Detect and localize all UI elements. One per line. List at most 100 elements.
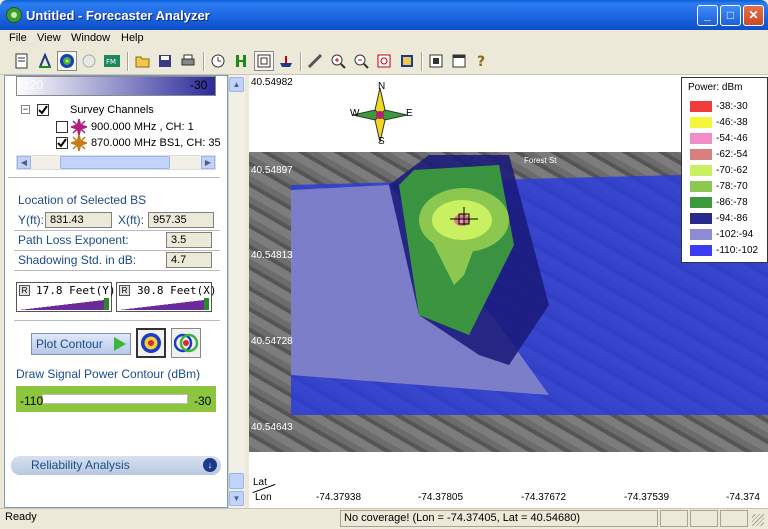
channel-checkbox-900[interactable]	[56, 121, 68, 133]
shadowing-field[interactable]: 4.7	[166, 252, 212, 268]
toolbar-separator	[203, 52, 205, 71]
legend-label: -110:-102	[716, 245, 759, 256]
circle-icon[interactable]	[79, 51, 99, 71]
contour-slider-track[interactable]	[42, 394, 188, 404]
survey-root-checkbox[interactable]	[37, 104, 49, 116]
reliability-label: Reliability Analysis	[31, 458, 130, 472]
channel-label-900[interactable]: 900.000 MHz , CH: 1	[91, 121, 194, 133]
y-value-field[interactable]: 831.43	[45, 212, 112, 228]
contour-max-label: -30	[194, 394, 212, 408]
capture-icon[interactable]	[426, 51, 446, 71]
clock-icon[interactable]	[208, 51, 228, 71]
fm-icon[interactable]: FM	[102, 51, 122, 71]
power-range-slider[interactable]	[16, 76, 216, 96]
plot-contour-button[interactable]: Plot Contour	[31, 333, 131, 355]
legend-row: -38:-30	[690, 100, 748, 113]
y-tick: 40.54728	[251, 336, 293, 347]
expand-down-icon[interactable]: ↓	[203, 458, 217, 472]
save-icon[interactable]	[155, 51, 175, 71]
legend-row: -70:-62	[690, 164, 748, 177]
svg-text:?: ?	[477, 54, 485, 69]
x-tick: -74.374	[726, 492, 760, 503]
close-button[interactable]: ✕	[743, 5, 764, 26]
base-station-icon[interactable]	[448, 205, 480, 227]
feet-y-label: 17.8 Feet(Y)	[36, 284, 116, 297]
legend-swatch	[690, 133, 712, 144]
legend-label: -102:-94	[716, 229, 754, 240]
maximize-button[interactable]: □	[720, 5, 741, 26]
minimize-button[interactable]: _	[697, 5, 718, 26]
zoom-in-icon[interactable]	[328, 51, 348, 71]
channel-checkbox-870[interactable]	[56, 137, 68, 149]
plot-contour-label: Plot Contour	[36, 337, 103, 351]
legend-row: -94:-86	[690, 212, 748, 225]
menu-window[interactable]: Window	[71, 32, 110, 44]
new-doc-icon[interactable]	[12, 51, 32, 71]
legend-swatch	[690, 213, 712, 224]
burst-icon	[68, 134, 90, 154]
x-label: X(ft):	[118, 213, 144, 227]
location-heading: Location of Selected BS	[18, 193, 147, 207]
vscroll-thumb[interactable]	[229, 473, 244, 489]
toolbar-separator	[421, 52, 423, 71]
legend-label: -38:-30	[716, 101, 748, 112]
frame-icon[interactable]	[254, 51, 274, 71]
legend-swatch	[690, 149, 712, 160]
print-icon[interactable]	[178, 51, 198, 71]
reset-y-button[interactable]: R	[19, 285, 30, 296]
slider-min-label: -120	[19, 78, 44, 92]
outline-contour-button[interactable]	[171, 328, 201, 358]
coverage-icon[interactable]	[57, 51, 77, 71]
channel-label-870[interactable]: 870.000 MHz BS1, CH: 35	[91, 137, 221, 149]
legend-label: -94:-86	[716, 213, 748, 224]
x-tick: -74.37938	[316, 492, 362, 503]
x-value-field[interactable]: 957.35	[148, 212, 214, 228]
open-folder-icon[interactable]	[133, 51, 153, 71]
tree-hscroll-thumb[interactable]	[60, 156, 170, 169]
filled-contour-button[interactable]	[136, 328, 166, 358]
ruler-icon[interactable]	[305, 51, 325, 71]
status-panel	[660, 510, 688, 527]
path-loss-field[interactable]: 3.5	[166, 232, 212, 248]
fit-icon[interactable]	[374, 51, 394, 71]
resize-grip[interactable]	[752, 514, 764, 526]
menu-view[interactable]: View	[37, 32, 61, 44]
legend-label: -86:-78	[716, 197, 748, 208]
scroll-right-arrow[interactable]: ▶	[201, 156, 215, 169]
feet-y-handle[interactable]	[104, 298, 109, 310]
ship-icon[interactable]	[276, 51, 296, 71]
antenna-icon[interactable]	[35, 51, 55, 71]
divider	[14, 320, 220, 321]
x-tick: -74.37539	[624, 492, 670, 503]
y-label: Y(ft):	[18, 213, 44, 227]
help-icon[interactable]: ?	[472, 51, 492, 71]
tree-collapse-toggle[interactable]: −	[21, 105, 30, 114]
scroll-up-arrow[interactable]: ▲	[229, 77, 244, 92]
menu-file[interactable]: File	[9, 32, 27, 44]
feet-x-ramp	[119, 300, 204, 310]
panel-vscrollbar[interactable]	[228, 75, 245, 508]
reliability-analysis-bar[interactable]: Reliability Analysis ↓	[11, 456, 221, 475]
image-icon[interactable]	[397, 51, 417, 71]
legend-swatch	[690, 229, 712, 240]
tower-icon[interactable]	[231, 51, 251, 71]
window-icon[interactable]	[449, 51, 469, 71]
legend-label: -62:-54	[716, 149, 748, 160]
svg-text:FM: FM	[106, 58, 116, 66]
zoom-out-icon[interactable]	[351, 51, 371, 71]
scroll-down-arrow[interactable]: ▼	[229, 491, 244, 506]
menu-help[interactable]: Help	[121, 32, 144, 44]
scroll-left-arrow[interactable]: ◀	[17, 156, 31, 169]
legend-label: -70:-62	[716, 165, 748, 176]
y-tick: 40.54897	[251, 165, 293, 176]
status-message: No coverage! (Lon = -74.37405, Lat = 40.…	[340, 510, 658, 527]
legend-row: -78:-70	[690, 180, 748, 193]
reset-x-button[interactable]: R	[119, 285, 130, 296]
filled-contour-icon	[141, 333, 161, 353]
app-icon	[6, 7, 22, 23]
y-tick: 40.54982	[251, 77, 293, 88]
power-legend: Power: dBm -38:-30 -46:-38 -54:-46 -62:-…	[681, 77, 768, 263]
status-panel	[720, 510, 748, 527]
x-tick: -74.37672	[521, 492, 567, 503]
feet-x-handle[interactable]	[204, 298, 209, 310]
